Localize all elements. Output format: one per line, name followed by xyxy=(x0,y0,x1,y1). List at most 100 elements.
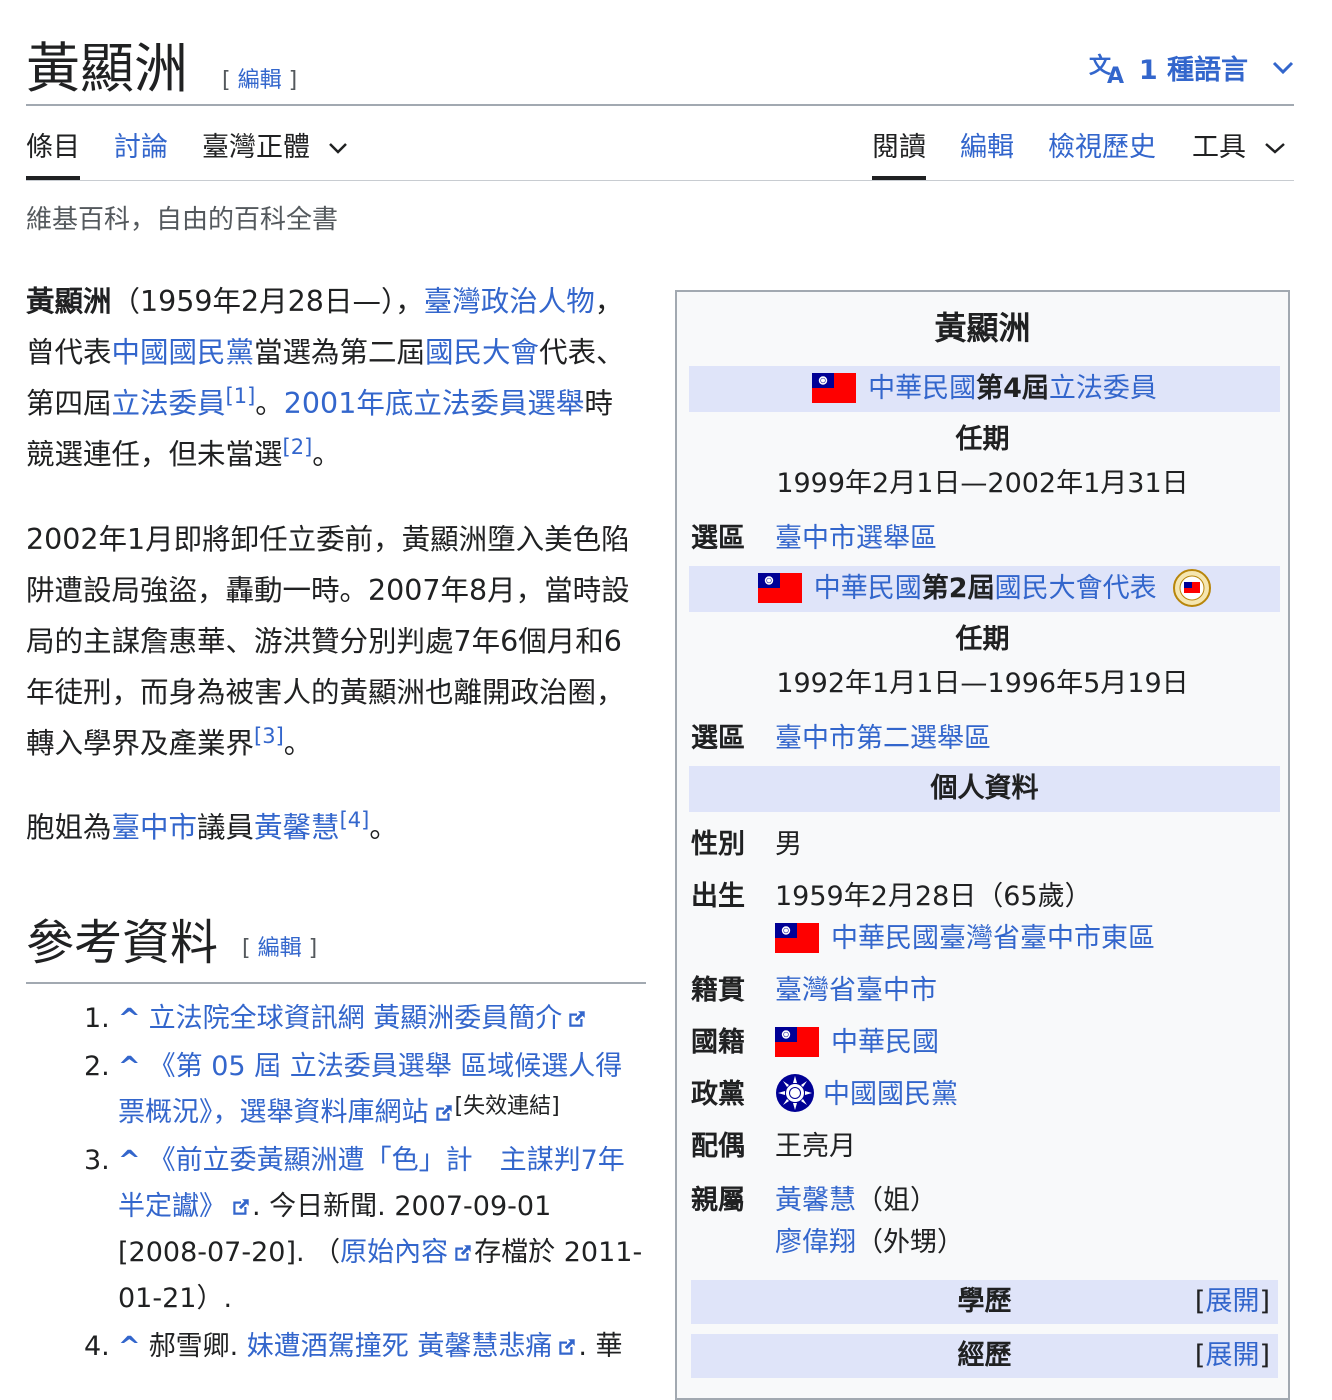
tab-history[interactable]: 檢視歷史 xyxy=(1048,128,1156,168)
link-taichung[interactable]: 臺中市 xyxy=(112,811,198,844)
link-legislator[interactable]: 立法委員 xyxy=(112,387,226,420)
expand-education-button[interactable]: 展開 xyxy=(1205,1286,1259,1317)
roc-flag-icon xyxy=(758,573,802,603)
party-link[interactable]: 中國國民黨 xyxy=(823,1079,958,1110)
personal-info-header: 個人資料 xyxy=(689,766,1280,812)
district-link-1[interactable]: 臺中市選舉區 xyxy=(775,516,937,555)
party-row: 中國國民黨 xyxy=(775,1072,958,1113)
relative-link-2[interactable]: 廖偉翔 xyxy=(775,1227,856,1258)
list-item: 2. ^ 《第 05 屆 立法委員選舉 區域候選人得票概況》，選舉資料庫網站 [失效… xyxy=(84,1051,623,1128)
term-dates-2: 1992年1月1日—1996年5月19日 xyxy=(776,668,1189,699)
chevron-down-icon xyxy=(1272,61,1294,74)
variant-dropdown[interactable]: 臺灣正體 xyxy=(202,128,348,168)
education-collapsible: 學歷 [展開] xyxy=(691,1280,1278,1324)
link-2001-election[interactable]: 2001年底立法委員選舉 xyxy=(284,387,585,420)
citation-4[interactable]: [4] xyxy=(340,808,370,832)
term-dates-1: 1999年2月1日—2002年1月31日 xyxy=(776,468,1189,499)
reference-list: 1. ^ 立法院全球資訊網 黃顯洲委員簡介 2. ^ 《第 05 屆 立法委員選舉 … xyxy=(84,996,644,1372)
born-label: 出生 xyxy=(691,881,745,912)
link-huang-hsin-hui[interactable]: 黃馨慧 xyxy=(254,811,340,844)
tab-edit[interactable]: 編輯 xyxy=(960,128,1014,168)
link-kmt[interactable]: 中國國民黨 xyxy=(112,336,255,369)
family-paragraph: 胞姐為臺中市議員黃馨慧[4]。 xyxy=(26,808,398,845)
district-link-2[interactable]: 臺中市第二選舉區 xyxy=(775,716,991,755)
page-title: 黃顯洲 xyxy=(26,37,188,100)
birthplace-link[interactable]: 中華民國臺灣省臺中市東區 xyxy=(831,923,1155,954)
svg-text:A: A xyxy=(1107,64,1124,85)
tools-dropdown[interactable]: 工具 xyxy=(1192,128,1286,168)
link-national-assembly[interactable]: 國民大會 xyxy=(425,336,539,369)
citation-1[interactable]: [1] xyxy=(226,384,256,408)
district-label: 選區 xyxy=(691,723,745,754)
backlink-caret[interactable]: ^ xyxy=(118,1145,141,1176)
gender-label: 性別 xyxy=(691,829,745,860)
edit-bracket-open: [ xyxy=(222,68,238,93)
subject-name: 黃顯洲 xyxy=(26,285,112,318)
reference-link[interactable]: 妹遭酒駕撞死 黃馨慧悲痛 xyxy=(247,1331,553,1362)
citation-2[interactable]: [2] xyxy=(283,435,313,459)
link-roc[interactable]: 中華民國 xyxy=(814,573,922,604)
list-item: 1. ^ 立法院全球資訊網 黃顯洲委員簡介 xyxy=(84,996,644,1042)
language-button[interactable]: 文 A 1 種語言 xyxy=(1089,48,1294,87)
tab-read[interactable]: 閱讀 xyxy=(872,128,926,180)
backlink-caret[interactable]: ^ xyxy=(118,1003,141,1034)
kmt-emblem-icon xyxy=(776,1074,814,1112)
external-link-icon xyxy=(566,1008,588,1030)
relative-2: 廖偉翔（外甥） xyxy=(775,1227,964,1258)
link-taiwan-politician[interactable]: 臺灣政治人物 xyxy=(424,285,595,318)
roc-flag-icon xyxy=(775,1027,819,1057)
references-heading: 參考資料 xyxy=(26,915,219,971)
external-link-icon xyxy=(433,1102,455,1124)
education-label: 學歷 xyxy=(957,1286,1012,1317)
tab-article[interactable]: 條目 xyxy=(26,128,80,180)
chevron-down-icon xyxy=(1265,143,1285,154)
link-roc[interactable]: 中華民國 xyxy=(868,373,976,404)
list-item: 4. ^ 郝雪卿. 妹遭酒駕撞死 黃馨慧悲痛. 華 xyxy=(84,1331,623,1362)
career-collapsible: 經歷 [展開] xyxy=(691,1334,1278,1378)
backlink-caret[interactable]: ^ xyxy=(118,1051,141,1082)
references-edit-section: [ 編輯 ] xyxy=(242,936,318,961)
office-header-assembly: 中華民國第2屆國民大會代表 xyxy=(689,566,1280,612)
link-legislator[interactable]: 立法委員 xyxy=(1049,373,1157,404)
site-tagline: 維基百科，自由的百科全書 xyxy=(26,205,339,235)
external-link-icon xyxy=(556,1336,578,1358)
reference-link[interactable]: 立法院全球資訊網 黃顯洲委員簡介 xyxy=(149,1003,563,1034)
nationality-row: 中華民國 xyxy=(775,1020,939,1059)
relative-link-1[interactable]: 黃馨慧 xyxy=(775,1185,856,1216)
scandal-text: 2002年1月即將卸任立委前，黃顯洲墮入美色陷阱遭設局強盜，轟動一時。2007年… xyxy=(26,523,630,760)
scandal-paragraph: 2002年1月即將卸任立委前，黃顯洲墮入美色陷阱遭設局強盜，轟動一時。2007年… xyxy=(26,523,630,760)
born-value: 1959年2月28日（65歲） xyxy=(775,881,1092,912)
roc-flag-icon xyxy=(812,373,856,403)
title-divider xyxy=(26,104,1294,106)
external-link-icon xyxy=(230,1196,252,1218)
spouse-value: 王亮月 xyxy=(775,1131,856,1162)
chevron-down-icon xyxy=(329,143,347,154)
tab-talk[interactable]: 討論 xyxy=(114,128,168,168)
relatives-label: 親屬 xyxy=(691,1185,745,1216)
backlink-caret[interactable]: ^ xyxy=(118,1331,141,1362)
origin-link[interactable]: 臺灣省臺中市 xyxy=(775,968,937,1007)
citation-3[interactable]: [3] xyxy=(254,724,284,748)
tools-label: 工具 xyxy=(1192,132,1246,163)
external-link-icon xyxy=(452,1242,474,1264)
nationality-label: 國籍 xyxy=(691,1027,745,1058)
intro-paragraph: 黃顯洲（1959年2月28日—），臺灣政治人物，曾代表中國國民黨當選為第二屆國民… xyxy=(26,285,625,471)
origin-label: 籍貫 xyxy=(691,975,745,1006)
link-national-assembly[interactable]: 國民大會代表 xyxy=(995,573,1157,604)
term-label: 任期 xyxy=(955,624,1010,655)
office-header-legislator: 中華民國第4屆立法委員 xyxy=(689,366,1280,412)
nationality-link[interactable]: 中華民國 xyxy=(831,1027,939,1058)
translate-icon: 文 A xyxy=(1089,53,1124,85)
references-edit-link[interactable]: 編輯 xyxy=(258,936,302,961)
career-label: 經歷 xyxy=(957,1340,1012,1371)
term-label: 任期 xyxy=(955,424,1010,455)
expand-career-button[interactable]: 展開 xyxy=(1205,1340,1259,1371)
archive-link[interactable]: 原始內容 xyxy=(340,1237,448,1268)
spouse-label: 配偶 xyxy=(691,1131,745,1162)
birthplace-row: 中華民國臺灣省臺中市東區 xyxy=(775,916,1155,955)
roc-flag-icon xyxy=(775,923,819,953)
dead-link-note[interactable]: [失效連結] xyxy=(455,1094,560,1119)
party-label: 政黨 xyxy=(691,1079,745,1110)
list-item: 3. ^ 《前立委黃顯洲遭「色」計 主謀判7年半定讞》. 今日新聞. 2007-0… xyxy=(84,1145,643,1314)
title-edit-link[interactable]: 編輯 xyxy=(238,68,282,93)
